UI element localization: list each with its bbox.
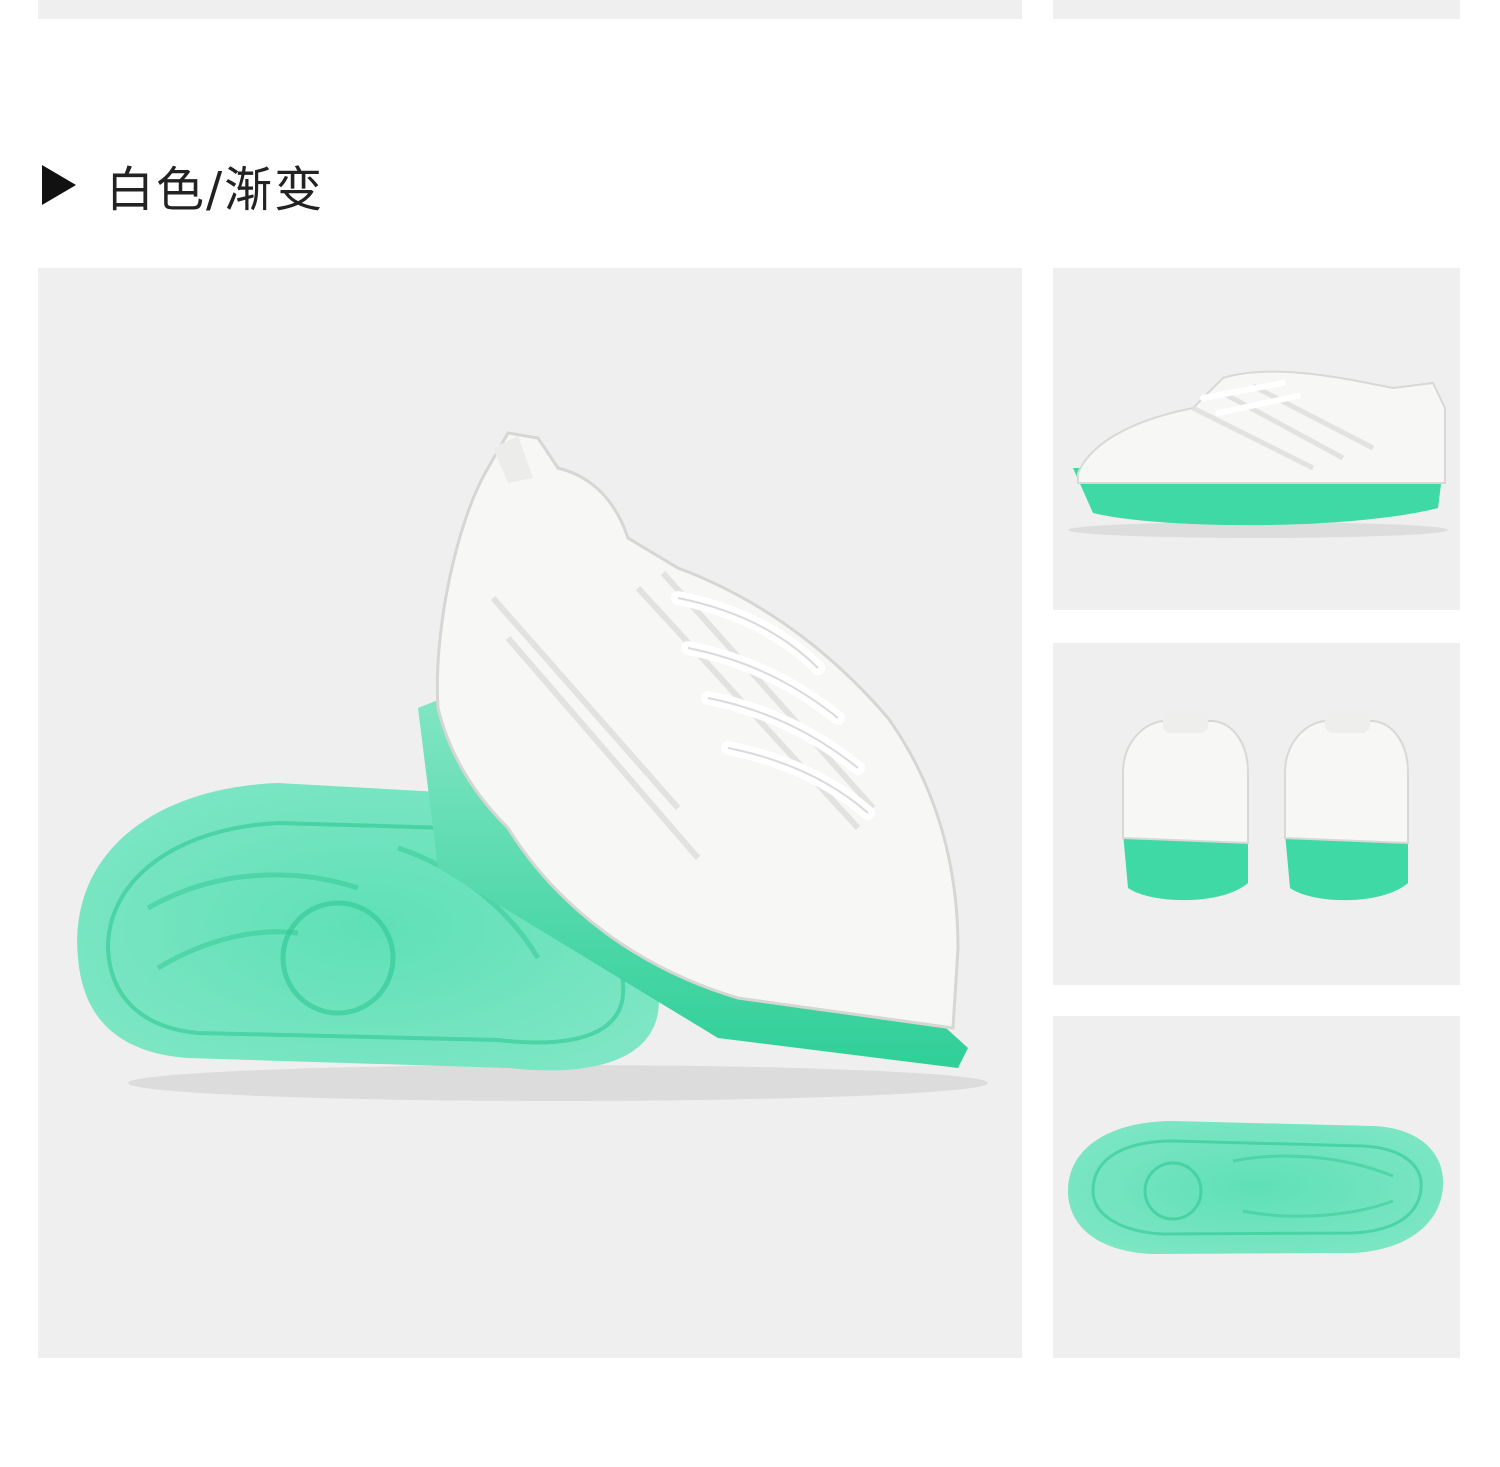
- previous-photo-bottom-edge: [38, 0, 1022, 19]
- sneaker-sole-thumbnail: [1068, 1121, 1444, 1254]
- thumbnail-sole-view[interactable]: [1053, 1016, 1460, 1358]
- color-variant-heading: 白色/渐变: [42, 150, 324, 220]
- sneaker-side-thumbnail: [1068, 370, 1448, 538]
- sneaker-back-thumbnail: [1122, 713, 1409, 901]
- thumbnail-side-view[interactable]: [1053, 268, 1460, 610]
- thumbnail-back-view[interactable]: [1053, 643, 1460, 985]
- color-variant-label: 白色/渐变: [106, 162, 325, 218]
- sneaker-pair-illustration: [77, 431, 988, 1101]
- previous-thumbnail-bottom-edge: [1053, 0, 1460, 19]
- play-triangle-icon: [42, 165, 76, 205]
- main-product-photo[interactable]: [38, 268, 1022, 1358]
